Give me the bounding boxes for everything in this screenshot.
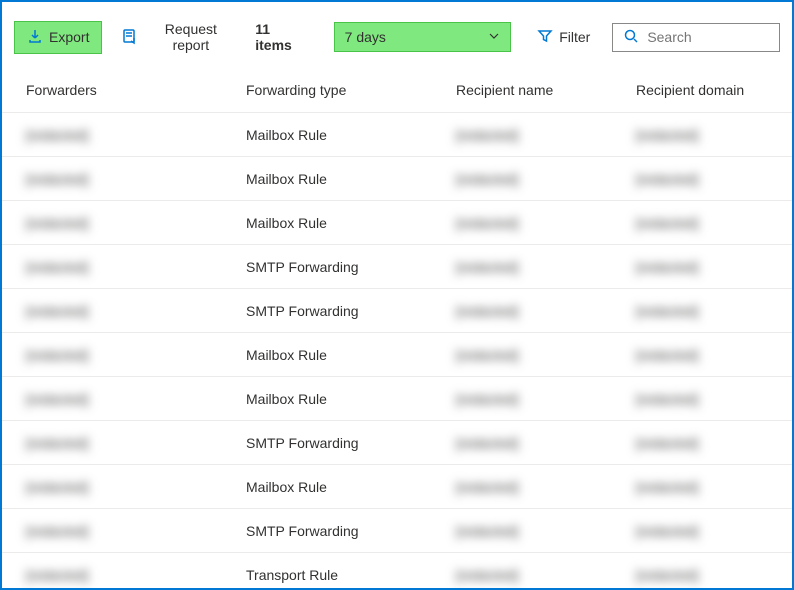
cell-recipient-name: [redacted]	[432, 509, 612, 553]
request-report-icon	[121, 27, 139, 48]
cell-forwarders: [redacted]	[2, 465, 222, 509]
cell-forwarders: [redacted]	[2, 201, 222, 245]
cell-recipient-name: [redacted]	[432, 157, 612, 201]
cell-forwarders: [redacted]	[2, 421, 222, 465]
cell-forwarders: [redacted]	[2, 289, 222, 333]
table-row[interactable]: [redacted]Mailbox Rule[redacted][redacte…	[2, 333, 792, 377]
cell-forwarding-type: Mailbox Rule	[222, 201, 432, 245]
cell-forwarding-type: Transport Rule	[222, 553, 432, 590]
cell-forwarding-type: Mailbox Rule	[222, 157, 432, 201]
search-icon	[623, 28, 639, 47]
cell-recipient-name: [redacted]	[432, 333, 612, 377]
results-table: Forwarders Forwarding type Recipient nam…	[2, 68, 792, 590]
table-row[interactable]: [redacted]Transport Rule[redacted][redac…	[2, 553, 792, 590]
cell-forwarders: [redacted]	[2, 553, 222, 590]
table-row[interactable]: [redacted]Mailbox Rule[redacted][redacte…	[2, 157, 792, 201]
cell-recipient-name: [redacted]	[432, 245, 612, 289]
column-header-recipient-domain[interactable]: Recipient domain	[612, 68, 792, 113]
filter-label: Filter	[559, 29, 590, 45]
column-header-recipient-name[interactable]: Recipient name	[432, 68, 612, 113]
cell-recipient-domain: [redacted]	[612, 553, 792, 590]
table-row[interactable]: [redacted]Mailbox Rule[redacted][redacte…	[2, 377, 792, 421]
cell-forwarding-type: Mailbox Rule	[222, 113, 432, 157]
item-count: 11 items	[255, 21, 309, 53]
table-row[interactable]: [redacted]Mailbox Rule[redacted][redacte…	[2, 113, 792, 157]
download-icon	[27, 28, 43, 47]
cell-recipient-domain: [redacted]	[612, 465, 792, 509]
report-frame: Export Request report 11 items 7 days Fi…	[0, 0, 794, 590]
export-button[interactable]: Export	[14, 21, 102, 54]
date-range-value: 7 days	[345, 29, 386, 45]
chevron-down-icon	[488, 29, 500, 45]
cell-recipient-name: [redacted]	[432, 289, 612, 333]
cell-forwarding-type: Mailbox Rule	[222, 465, 432, 509]
cell-forwarding-type: SMTP Forwarding	[222, 289, 432, 333]
cell-recipient-domain: [redacted]	[612, 289, 792, 333]
cell-recipient-name: [redacted]	[432, 201, 612, 245]
cell-forwarding-type: SMTP Forwarding	[222, 245, 432, 289]
table-row[interactable]: [redacted]Mailbox Rule[redacted][redacte…	[2, 465, 792, 509]
table-row[interactable]: [redacted]Mailbox Rule[redacted][redacte…	[2, 201, 792, 245]
request-report-label: Request report	[145, 21, 236, 53]
cell-forwarders: [redacted]	[2, 113, 222, 157]
cell-recipient-domain: [redacted]	[612, 245, 792, 289]
cell-recipient-name: [redacted]	[432, 377, 612, 421]
search-box[interactable]	[612, 23, 780, 52]
cell-forwarding-type: SMTP Forwarding	[222, 421, 432, 465]
cell-recipient-domain: [redacted]	[612, 421, 792, 465]
table-row[interactable]: [redacted]SMTP Forwarding[redacted][reda…	[2, 289, 792, 333]
column-header-forwarders[interactable]: Forwarders	[2, 68, 222, 113]
cell-recipient-name: [redacted]	[432, 465, 612, 509]
cell-recipient-domain: [redacted]	[612, 509, 792, 553]
search-input[interactable]	[647, 29, 769, 45]
table-row[interactable]: [redacted]SMTP Forwarding[redacted][reda…	[2, 245, 792, 289]
filter-icon	[537, 28, 553, 47]
cell-forwarding-type: SMTP Forwarding	[222, 509, 432, 553]
cell-forwarders: [redacted]	[2, 157, 222, 201]
cell-recipient-domain: [redacted]	[612, 333, 792, 377]
request-report-button[interactable]: Request report	[110, 14, 247, 60]
cell-recipient-domain: [redacted]	[612, 157, 792, 201]
cell-recipient-domain: [redacted]	[612, 201, 792, 245]
cell-forwarding-type: Mailbox Rule	[222, 377, 432, 421]
table-row[interactable]: [redacted]SMTP Forwarding[redacted][reda…	[2, 421, 792, 465]
cell-forwarders: [redacted]	[2, 377, 222, 421]
table-row[interactable]: [redacted]SMTP Forwarding[redacted][reda…	[2, 509, 792, 553]
column-header-forwarding-type[interactable]: Forwarding type	[222, 68, 432, 113]
date-range-dropdown[interactable]: 7 days	[334, 22, 512, 52]
cell-forwarders: [redacted]	[2, 333, 222, 377]
cell-recipient-name: [redacted]	[432, 421, 612, 465]
cell-recipient-name: [redacted]	[432, 553, 612, 590]
cell-forwarding-type: Mailbox Rule	[222, 333, 432, 377]
export-label: Export	[49, 29, 89, 45]
filter-button[interactable]: Filter	[529, 22, 598, 53]
cell-recipient-domain: [redacted]	[612, 377, 792, 421]
cell-recipient-domain: [redacted]	[612, 113, 792, 157]
cell-forwarders: [redacted]	[2, 509, 222, 553]
table-header-row: Forwarders Forwarding type Recipient nam…	[2, 68, 792, 113]
cell-forwarders: [redacted]	[2, 245, 222, 289]
cell-recipient-name: [redacted]	[432, 113, 612, 157]
toolbar: Export Request report 11 items 7 days Fi…	[2, 2, 792, 68]
